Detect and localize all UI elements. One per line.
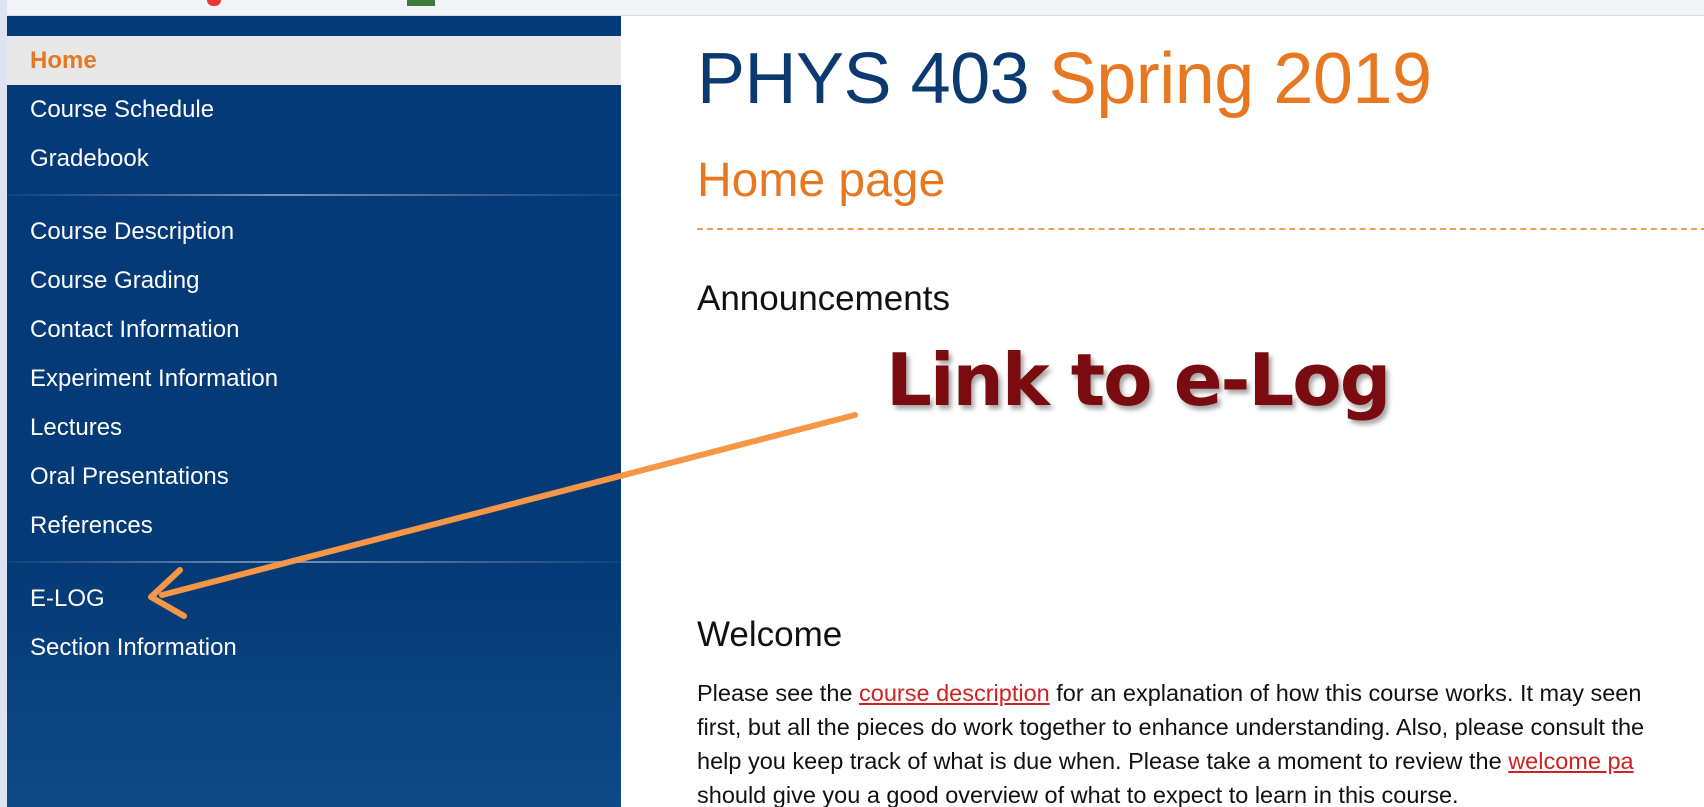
welcome-page-link[interactable]: welcome pa	[1508, 748, 1633, 774]
green-favicon-icon	[407, 0, 435, 6]
sidebar-item-experiment-information[interactable]: Experiment Information	[7, 354, 621, 403]
announcements-heading: Announcements	[697, 279, 950, 318]
course-code: PHYS 403	[697, 39, 1030, 119]
sidebar-item-lectures[interactable]: Lectures	[7, 403, 621, 452]
welcome-heading: Welcome	[697, 615, 843, 654]
sidebar-item-references[interactable]: References	[7, 501, 621, 550]
red-favicon-icon	[207, 0, 221, 6]
welcome-line: Please see the course description for an…	[697, 676, 1704, 710]
sidebar-item-oral-presentations[interactable]: Oral Presentations	[7, 452, 621, 501]
sidebar-item-e-log[interactable]: E-LOG	[7, 574, 621, 623]
page-title: PHYS 403 Spring 2019	[697, 38, 1432, 120]
sidebar-item-section-information[interactable]: Section Information	[7, 623, 621, 672]
welcome-line: first, but all the pieces do work togeth…	[697, 714, 1645, 740]
sidebar-divider	[7, 194, 621, 196]
sidebar-item-course-grading[interactable]: Course Grading	[7, 256, 621, 305]
sidebar-item-contact-information[interactable]: Contact Information	[7, 305, 621, 354]
welcome-line: should give you a good overview of what …	[697, 782, 1459, 807]
sidebar-item-course-schedule[interactable]: Course Schedule	[7, 85, 621, 134]
sidebar-top-bar	[7, 16, 621, 36]
sidebar: Home Course Schedule Gradebook Course Descr…	[7, 16, 621, 807]
browser-screen: Home Course Schedule Gradebook Course Descr…	[7, 0, 1704, 807]
sidebar-divider	[7, 561, 621, 563]
welcome-text-span: Please see the	[697, 680, 859, 706]
sidebar-item-gradebook[interactable]: Gradebook	[7, 134, 621, 183]
welcome-paragraph: Please see the course description for an…	[697, 676, 1704, 807]
welcome-text-span: for an explanation of how this course wo…	[1049, 680, 1642, 706]
sidebar-item-course-description[interactable]: Course Description	[7, 207, 621, 256]
annotation-callout: Link to e-Log	[886, 338, 1391, 422]
course-term: Spring 2019	[1048, 39, 1432, 119]
welcome-line: help you keep track of what is due when.…	[697, 744, 1704, 778]
sidebar-nav-list: Home Course Schedule Gradebook Course Descr…	[7, 36, 621, 672]
sidebar-item-home[interactable]: Home	[7, 36, 621, 85]
course-description-link[interactable]: course description	[859, 680, 1050, 706]
welcome-text-span: help you keep track of what is due when.…	[697, 748, 1509, 774]
dashed-divider	[697, 228, 1704, 230]
section-title: Home page	[697, 154, 946, 207]
